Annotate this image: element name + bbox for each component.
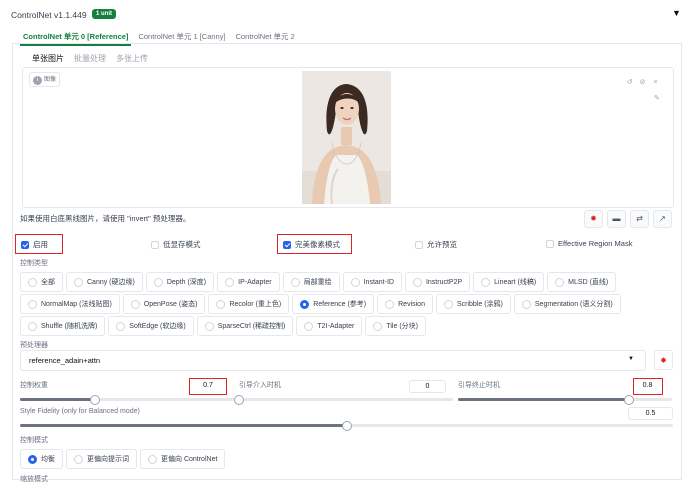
control-mode-prompt[interactable]: 更偏向提示词 — [66, 449, 137, 469]
control-mode-balanced[interactable]: 均衡 — [20, 449, 63, 469]
start-label: 引导介入时机 — [239, 382, 281, 389]
extension-title: ControlNet v1.1.449 — [11, 10, 87, 20]
close-icon[interactable]: × — [651, 78, 660, 87]
control-mode-label: 控制模式 — [20, 437, 48, 444]
unit-tabs: ControlNet 单元 0 [Reference] ControlNet 单… — [20, 29, 298, 46]
tab-unit-2[interactable]: ControlNet 单元 2 — [233, 29, 298, 46]
pixel-perfect-checkbox[interactable]: 完美像素模式 — [283, 239, 340, 250]
checkbox-box[interactable] — [546, 239, 554, 248]
input-mode-tabs: 单张图片 批量处理 多张上传 — [28, 51, 152, 66]
control-type-option[interactable]: Lineart (线稿) — [473, 272, 545, 292]
fidelity-slider-handle[interactable] — [341, 421, 352, 431]
unit-count-badge: 1 unit — [92, 9, 116, 19]
control-type-option-reference[interactable]: Reference (参考) — [292, 294, 375, 314]
tab-unit-1[interactable]: ControlNet 单元 1 [Canny] — [135, 29, 228, 46]
camera-icon: ▬ — [612, 214, 621, 223]
start-slider-track[interactable] — [239, 398, 453, 401]
control-type-row-1: 全部 Canny (硬边缘) Depth (深度) IP-Adapter 局部重… — [20, 272, 640, 292]
mirror-button[interactable]: ⇄ — [630, 210, 649, 228]
weight-slider-handle[interactable] — [89, 395, 100, 405]
send-dimensions-button[interactable]: ↗ — [653, 210, 672, 228]
control-type-option[interactable]: 全部 — [20, 272, 63, 292]
start-input[interactable]: 0 — [409, 380, 446, 393]
control-type-option[interactable]: Scribble (涂鸦) — [435, 294, 511, 314]
control-mode-options: 均衡 更偏向提示词 更偏向 ControlNet — [20, 449, 226, 469]
control-type-option[interactable]: SparseCtrl (稀疏控制) — [196, 316, 294, 336]
camera-button[interactable]: ▬ — [607, 210, 626, 228]
start-slider-handle[interactable] — [234, 395, 244, 405]
checkbox-box[interactable] — [415, 240, 423, 249]
preprocessor-preview-button[interactable]: ✸ — [584, 210, 603, 228]
swap-icon: ⇄ — [636, 214, 643, 223]
control-type-option[interactable]: Revision — [377, 294, 433, 314]
control-type-option[interactable]: Canny (硬边缘) — [66, 272, 143, 292]
effective-region-mask-checkbox[interactable]: Effective Region Mask — [546, 239, 632, 248]
preprocessor-select[interactable]: reference_adain+attn — [20, 350, 646, 371]
control-type-option[interactable]: 局部重绘 — [282, 272, 340, 292]
control-type-option[interactable]: InstructP2P — [404, 272, 471, 292]
control-type-option[interactable]: Depth (深度) — [145, 272, 215, 292]
enable-checkbox[interactable]: 启用 — [21, 239, 48, 250]
low-vram-checkbox[interactable]: 低显存模式 — [151, 239, 201, 250]
control-type-row-2: NormalMap (法线贴图) OpenPose (姿态) Recolor (… — [20, 294, 660, 314]
control-type-label: 控制类型 — [20, 260, 48, 267]
invert-hint: 如果使用白底黑线图片，请使用 "invert" 预处理器。 — [20, 214, 191, 223]
weight-input[interactable]: 0.7 — [192, 380, 224, 393]
control-type-option[interactable]: Shuffle (随机洗牌) — [20, 316, 106, 336]
undo-icon[interactable]: ↺ — [625, 78, 634, 87]
end-label: 引导终止时机 — [458, 382, 500, 389]
allow-preview-checkbox[interactable]: 允许预览 — [415, 239, 457, 250]
image-icon: i — [33, 76, 42, 85]
weight-slider-fill — [20, 398, 95, 401]
image-label: i 图像 — [29, 72, 61, 87]
control-type-option[interactable]: MLSD (直线) — [547, 272, 617, 292]
dropdown-caret-icon: ▼ — [628, 356, 634, 362]
run-preprocessor-button[interactable]: ✸ — [654, 350, 673, 370]
fidelity-slider-fill — [20, 424, 347, 427]
checkbox-box[interactable] — [283, 240, 291, 249]
control-type-row-3: Shuffle (随机洗牌) SoftEdge (软边缘) SparseCtrl… — [20, 316, 640, 336]
control-type-option[interactable]: NormalMap (法线贴图) — [20, 294, 120, 314]
control-type-option[interactable]: T2I-Adapter — [296, 316, 363, 336]
end-slider-fill — [458, 398, 630, 401]
end-input[interactable]: 0.8 — [635, 380, 660, 393]
control-type-option[interactable]: SoftEdge (软边缘) — [108, 316, 194, 336]
control-type-option[interactable]: Tile (分块) — [365, 316, 426, 336]
tab-single-image[interactable]: 单张图片 — [28, 51, 68, 66]
control-mode-controlnet[interactable]: 更偏向 ControlNet — [140, 449, 226, 469]
checkbox-box[interactable] — [151, 240, 159, 249]
control-type-option[interactable]: Segmentation (语义分割) — [513, 294, 621, 314]
weight-label: 控制权重 — [20, 382, 48, 389]
fidelity-input[interactable]: 0.5 — [628, 407, 673, 420]
control-type-option[interactable]: OpenPose (姿态) — [122, 294, 206, 314]
fidelity-label: Style Fidelity (only for Balanced mode) — [20, 408, 140, 415]
tab-multi-upload[interactable]: 多张上传 — [112, 51, 152, 66]
reference-image — [302, 71, 391, 204]
control-type-option[interactable]: Recolor (重上色) — [208, 294, 290, 314]
collapse-caret-icon[interactable]: ▼ — [672, 8, 681, 18]
control-type-option[interactable]: Instant-ID — [342, 272, 402, 292]
tab-batch[interactable]: 批量处理 — [70, 51, 110, 66]
radio-selected — [300, 299, 310, 309]
radio-selected — [28, 454, 37, 464]
preprocessor-label: 预处理器 — [20, 342, 48, 349]
image-toolbar: ↺ ⊘ × — [625, 78, 660, 87]
edit-icon[interactable]: ✎ — [654, 94, 660, 102]
resize-mode-label: 缩放模式 — [20, 476, 48, 482]
control-type-option[interactable]: IP-Adapter — [217, 272, 280, 292]
fire-icon: ✸ — [590, 214, 597, 223]
checkbox-box[interactable] — [21, 240, 29, 249]
tab-unit-0[interactable]: ControlNet 单元 0 [Reference] — [20, 29, 132, 46]
fire-icon: ✸ — [660, 356, 667, 365]
arrow-up-right-icon: ↗ — [659, 214, 666, 223]
delete-icon[interactable]: ⊘ — [638, 78, 647, 87]
